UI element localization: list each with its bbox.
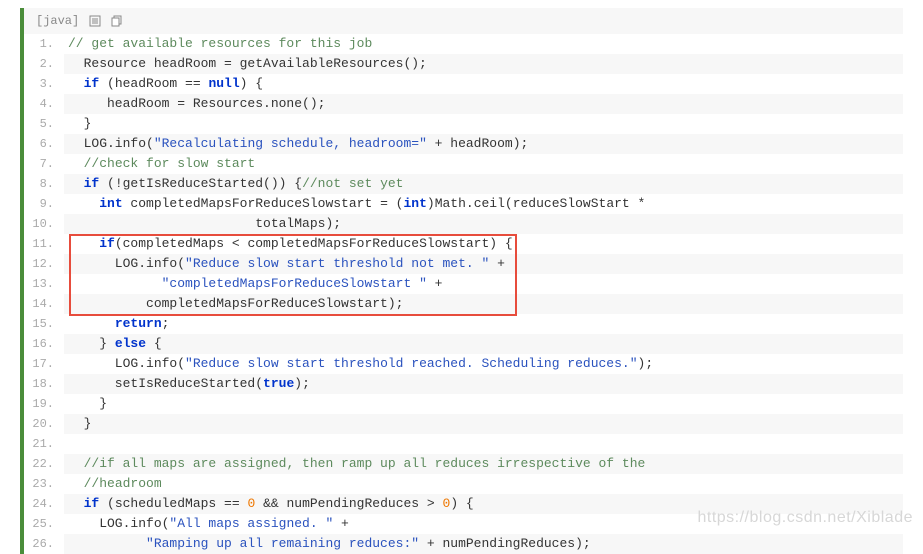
code-line: 23. //headroom — [24, 474, 903, 494]
copy-icon[interactable] — [111, 15, 123, 27]
code-line: 21. — [24, 434, 903, 454]
code-content[interactable]: Resource headRoom = getAvailableResource… — [64, 54, 903, 74]
code-content[interactable]: int completedMapsForReduceSlowstart = (i… — [64, 194, 903, 214]
code-line: 11. if(completedMaps < completedMapsForR… — [24, 234, 903, 254]
code-content[interactable]: setIsReduceStarted(true); — [64, 374, 903, 394]
code-content[interactable]: LOG.info("Recalculating schedule, headro… — [64, 134, 903, 154]
code-content[interactable]: } — [64, 414, 903, 434]
line-number: 9. — [24, 194, 64, 214]
code-line: 20. } — [24, 414, 903, 434]
code-line: 12. LOG.info("Reduce slow start threshol… — [24, 254, 903, 274]
language-label: [java] — [36, 14, 79, 28]
code-line: 10. totalMaps); — [24, 214, 903, 234]
code-line: 22. //if all maps are assigned, then ram… — [24, 454, 903, 474]
code-content[interactable]: if (headRoom == null) { — [64, 74, 903, 94]
code-content[interactable]: LOG.info("Reduce slow start threshold re… — [64, 354, 903, 374]
line-number: 8. — [24, 174, 64, 194]
line-number: 14. — [24, 294, 64, 314]
code-content[interactable]: } — [64, 114, 903, 134]
code-line: 19. } — [24, 394, 903, 414]
line-number: 4. — [24, 94, 64, 114]
code-line: 16. } else { — [24, 334, 903, 354]
line-number: 12. — [24, 254, 64, 274]
code-line: 5. } — [24, 114, 903, 134]
code-line: 14. completedMapsForReduceSlowstart); — [24, 294, 903, 314]
line-number: 25. — [24, 514, 64, 534]
code-line: 9. int completedMapsForReduceSlowstart =… — [24, 194, 903, 214]
code-line: 2. Resource headRoom = getAvailableResou… — [24, 54, 903, 74]
code-content[interactable]: completedMapsForReduceSlowstart); — [64, 294, 903, 314]
line-number: 13. — [24, 274, 64, 294]
code-content[interactable]: if(completedMaps < completedMapsForReduc… — [64, 234, 903, 254]
code-content[interactable]: totalMaps); — [64, 214, 903, 234]
line-number: 16. — [24, 334, 64, 354]
code-content[interactable]: } else { — [64, 334, 903, 354]
line-number: 21. — [24, 434, 64, 454]
watermark: https://blog.csdn.net/Xiblade — [697, 509, 913, 527]
code-content[interactable]: if (!getIsReduceStarted()) {//not set ye… — [64, 174, 903, 194]
code-content[interactable]: "Ramping up all remaining reduces:" + nu… — [64, 534, 903, 554]
code-content[interactable] — [64, 434, 903, 454]
code-content[interactable]: //check for slow start — [64, 154, 903, 174]
line-number: 10. — [24, 214, 64, 234]
code-content[interactable]: headRoom = Resources.none(); — [64, 94, 903, 114]
code-line: 18. setIsReduceStarted(true); — [24, 374, 903, 394]
code-content[interactable]: LOG.info("Reduce slow start threshold no… — [64, 254, 903, 274]
code-line: 15. return; — [24, 314, 903, 334]
code-line: 4. headRoom = Resources.none(); — [24, 94, 903, 114]
line-number: 3. — [24, 74, 64, 94]
line-number: 1. — [24, 34, 64, 54]
view-plain-icon[interactable] — [89, 15, 101, 27]
code-header: [java] — [24, 8, 903, 34]
code-line: 8. if (!getIsReduceStarted()) {//not set… — [24, 174, 903, 194]
line-number: 22. — [24, 454, 64, 474]
code-line: 13. "completedMapsForReduceSlowstart " + — [24, 274, 903, 294]
line-number: 5. — [24, 114, 64, 134]
code-content[interactable]: //headroom — [64, 474, 903, 494]
line-number: 15. — [24, 314, 64, 334]
code-content[interactable]: "completedMapsForReduceSlowstart " + — [64, 274, 903, 294]
line-number: 23. — [24, 474, 64, 494]
code-content[interactable]: //if all maps are assigned, then ramp up… — [64, 454, 903, 474]
line-number: 2. — [24, 54, 64, 74]
code-lines: 1.// get available resources for this jo… — [24, 34, 903, 554]
code-line: 26. "Ramping up all remaining reduces:" … — [24, 534, 903, 554]
code-line: 7. //check for slow start — [24, 154, 903, 174]
line-number: 26. — [24, 534, 64, 554]
line-number: 18. — [24, 374, 64, 394]
line-number: 7. — [24, 154, 64, 174]
code-content[interactable]: } — [64, 394, 903, 414]
line-number: 6. — [24, 134, 64, 154]
line-number: 20. — [24, 414, 64, 434]
code-block: [java] 1.// get available resources for … — [20, 8, 903, 554]
code-line: 17. LOG.info("Reduce slow start threshol… — [24, 354, 903, 374]
code-line: 3. if (headRoom == null) { — [24, 74, 903, 94]
code-content[interactable]: return; — [64, 314, 903, 334]
code-content[interactable]: // get available resources for this job — [64, 34, 903, 54]
line-number: 24. — [24, 494, 64, 514]
line-number: 17. — [24, 354, 64, 374]
code-line: 6. LOG.info("Recalculating schedule, hea… — [24, 134, 903, 154]
line-number: 11. — [24, 234, 64, 254]
line-number: 19. — [24, 394, 64, 414]
code-line: 1.// get available resources for this jo… — [24, 34, 903, 54]
